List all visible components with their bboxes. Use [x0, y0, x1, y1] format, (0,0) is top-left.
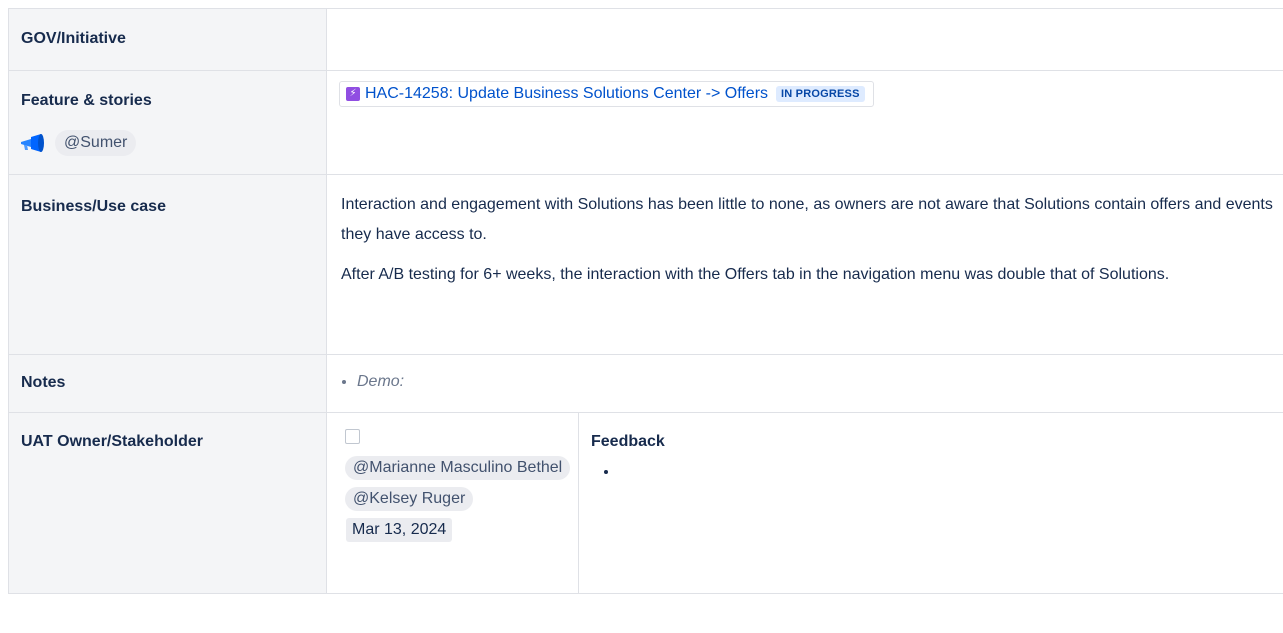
business-cell: Interaction and engagement with Solution… — [326, 174, 1283, 355]
list-item[interactable] — [619, 463, 1283, 483]
row-label: Notes — [21, 374, 66, 391]
list-item[interactable]: Demo: — [357, 373, 1283, 391]
header-cell: Notes — [8, 354, 327, 413]
feedback-list — [591, 463, 1283, 483]
task-list: @Marianne Masculino Bethel @Kelsey Ruger… — [327, 413, 579, 593]
owner-mention[interactable]: @Sumer — [55, 130, 137, 156]
business-paragraph: Interaction and engagement with Solution… — [341, 196, 1273, 243]
header-cell: UAT Owner/Stakeholder — [8, 412, 327, 594]
row-notes: Notes Demo: — [8, 354, 1283, 413]
megaphone-icon — [21, 134, 44, 152]
header-cell: Feature & stories @Sumer — [8, 70, 327, 175]
row-label: Business/Use case — [21, 198, 166, 215]
uat-cell: @Marianne Masculino Bethel @Kelsey Ruger… — [326, 412, 1283, 594]
row-feature-stories: Feature & stories @Sumer ⚡︎ HAC-14258: U… — [8, 70, 1283, 175]
lightning-icon: ⚡︎ — [346, 87, 360, 101]
notes-list: Demo: — [327, 373, 1283, 391]
user-mention[interactable]: @Marianne Masculino Bethel — [345, 456, 571, 480]
gov-initiative-cell[interactable] — [326, 8, 1283, 71]
feature-cell: ⚡︎ HAC-14258: Update Business Solutions … — [326, 70, 1283, 175]
task-checkbox[interactable] — [345, 429, 360, 445]
owner-line: @Sumer — [19, 130, 326, 156]
status-badge: IN PROGRESS — [776, 86, 865, 102]
user-mention[interactable]: @Kelsey Ruger — [345, 487, 474, 511]
header-cell: Business/Use case — [8, 174, 327, 355]
feedback-heading: Feedback — [591, 433, 665, 450]
issue-title: HAC-14258: Update Business Solutions Cen… — [365, 85, 769, 102]
row-business-use-case: Business/Use case Interaction and engage… — [8, 174, 1283, 355]
notes-cell: Demo: — [326, 354, 1283, 413]
row-label: Feature & stories — [21, 92, 152, 109]
row-gov-initiative: GOV/Initiative — [8, 8, 1283, 71]
feedback-column: Feedback — [579, 413, 1283, 593]
requirements-table: GOV/Initiative Feature & stories @Sumer … — [8, 8, 1283, 594]
business-paragraph: After A/B testing for 6+ weeks, the inte… — [341, 266, 1170, 283]
header-cell: GOV/Initiative — [8, 8, 327, 71]
row-uat-owner: UAT Owner/Stakeholder @Marianne Masculin… — [8, 412, 1283, 594]
row-label: UAT Owner/Stakeholder — [21, 433, 203, 450]
date-lozenge[interactable]: Mar 13, 2024 — [346, 518, 453, 542]
row-label: GOV/Initiative — [21, 30, 126, 47]
jira-issue-link[interactable]: ⚡︎ HAC-14258: Update Business Solutions … — [339, 81, 874, 107]
uat-nested-table: @Marianne Masculino Bethel @Kelsey Ruger… — [327, 413, 1283, 593]
